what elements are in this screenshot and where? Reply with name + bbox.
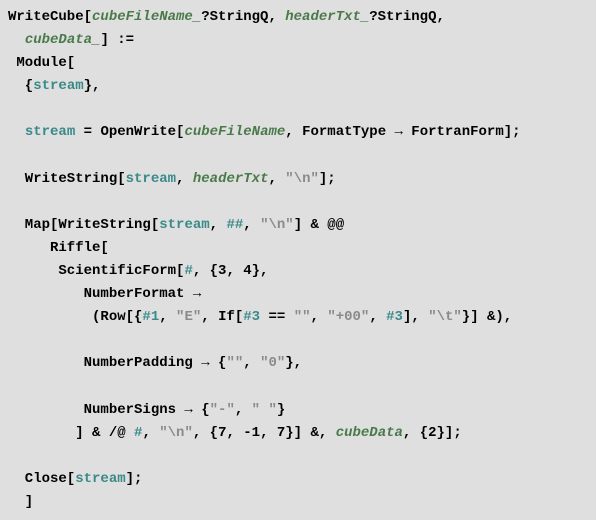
token: , {2}]; [403,425,462,441]
token: ScientificForm[ [8,263,184,279]
code-line-7 [8,145,588,168]
token: ]; [319,171,336,187]
token: ] & /@ [8,425,134,441]
token [8,332,84,348]
var-stream: stream [75,471,125,487]
token: NumberPadding → { [8,355,226,371]
code-line-5 [8,98,588,121]
string-literal: "\t" [428,309,462,325]
token: (Row[{ [8,309,142,325]
token: ] := [100,32,134,48]
code-line-14: (Row[{#1, "E", If[#3 == "", "+00", #3], … [8,306,588,329]
token: , [210,217,227,233]
token [8,448,25,464]
token: Module[ [8,55,75,71]
token: , [311,309,328,325]
param-headerTxt: headerTxt_ [285,9,369,25]
param-cubeData: cubeData [336,425,403,441]
token: , [268,171,285,187]
token: } [277,402,285,418]
token: , FormatType → FortranForm]; [285,124,520,140]
code-line-18: NumberSigns → {"-", " "} [8,399,588,422]
token: WriteCube[ [8,9,92,25]
token: }, [285,355,302,371]
token: , {3, 4}, [193,263,269,279]
code-block: WriteCube[cubeFileName_?StringQ, headerT… [8,6,588,514]
string-literal: "E" [176,309,201,325]
var-stream: stream [33,78,83,94]
code-line-15 [8,329,588,352]
code-line-17 [8,376,588,399]
code-line-10: Map[WriteString[stream, ##, "\n"] & @@ [8,214,588,237]
token: , If[ [201,309,243,325]
string-literal: "\n" [260,217,294,233]
code-line-21: Close[stream]; [8,468,588,491]
token: , [176,171,193,187]
param-headerTxt: headerTxt [193,171,269,187]
token: , [235,402,252,418]
code-line-11: Riffle[ [8,237,588,260]
token [8,379,84,395]
token: Riffle[ [8,240,109,256]
code-line-4: {stream}, [8,75,588,98]
token: WriteString[ [8,171,126,187]
token: , [142,425,159,441]
var-stream: stream [159,217,209,233]
string-literal: " " [252,402,277,418]
token: == [260,309,294,325]
token: NumberFormat → [8,286,201,302]
param-cubeFileName: cubeFileName_ [92,9,201,25]
token: ] & @@ [294,217,344,233]
code-line-6: stream = OpenWrite[cubeFileName, FormatT… [8,121,588,144]
token: ?StringQ, [369,9,445,25]
token: NumberSigns → { [8,402,210,418]
token: Close[ [8,471,75,487]
string-literal: "+00" [327,309,369,325]
code-line-1: WriteCube[cubeFileName_?StringQ, headerT… [8,6,588,29]
token: ], [403,309,428,325]
token: , {7, -1, 7}] &, [193,425,336,441]
slot: # [184,263,192,279]
code-line-2: cubeData_] := [8,29,588,52]
code-line-19: ] & /@ #, "\n", {7, -1, 7}] &, cubeData,… [8,422,588,445]
token [8,101,25,117]
token [8,148,25,164]
string-literal: "\n" [285,171,319,187]
code-line-22: ] [8,491,588,514]
string-literal: "\n" [159,425,193,441]
token: , [159,309,176,325]
token [8,32,25,48]
slot: ## [226,217,243,233]
code-line-16: NumberPadding → {"", "0"}, [8,352,588,375]
var-stream: stream [25,124,75,140]
token [8,194,25,210]
token [8,124,25,140]
slot: #1 [142,309,159,325]
slot: #3 [386,309,403,325]
token: ?StringQ, [201,9,285,25]
code-line-13: NumberFormat → [8,283,588,306]
param-cubeFileName: cubeFileName [184,124,285,140]
string-literal: "0" [260,355,285,371]
code-line-8: WriteString[stream, headerTxt, "\n"]; [8,168,588,191]
code-line-3: Module[ [8,52,588,75]
token: }, [84,78,101,94]
var-stream: stream [126,171,176,187]
token: , [243,217,260,233]
string-literal: "-" [210,402,235,418]
token: { [8,78,33,94]
param-cubeData: cubeData_ [25,32,101,48]
string-literal: "" [226,355,243,371]
token: }] &), [462,309,512,325]
token: ]; [126,471,143,487]
token: = OpenWrite[ [75,124,184,140]
string-literal: "" [294,309,311,325]
slot: #3 [243,309,260,325]
token: , [243,355,260,371]
code-line-9 [8,191,588,214]
token: Map[WriteString[ [8,217,159,233]
token: , [369,309,386,325]
code-line-12: ScientificForm[#, {3, 4}, [8,260,588,283]
code-line-20 [8,445,588,468]
